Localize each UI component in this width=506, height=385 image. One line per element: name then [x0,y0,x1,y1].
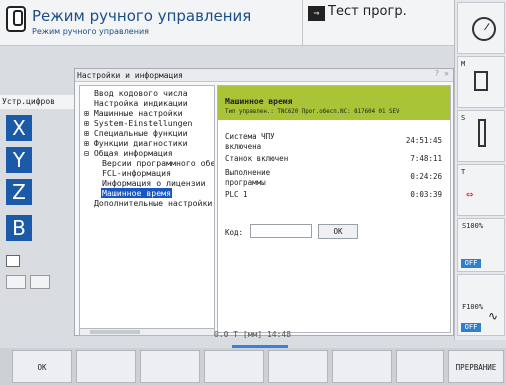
softkey-4[interactable] [204,350,264,383]
softkey-3[interactable] [140,350,200,383]
tree-item[interactable]: ⊞ Специальные функции [84,128,188,138]
row-label-plc1: PLC 1 [225,190,248,199]
softkey-5[interactable] [268,350,328,383]
header-bar: Режим ручного управления Режим ручного у… [0,0,454,46]
axis-panel-header: Устр.цифров [0,95,74,109]
tree-item[interactable]: FCL-информация [102,168,171,178]
tree-item[interactable]: ⊟ Общая информация [84,148,173,158]
tree-item-selected[interactable]: Машинное время [101,188,173,198]
test-run-icon: ⇒ [308,6,325,21]
spindle-icon [478,119,486,147]
handwheel-icon[interactable] [6,255,20,267]
right-softkey-column: M S T ⇔ S100% OFF F100% OFF ∿ [454,0,506,340]
t-label: T [461,168,466,176]
f-off-badge: OFF [461,323,481,332]
small-button-1[interactable] [6,275,26,289]
scroll-thumb[interactable] [90,330,140,334]
s-label: S [461,114,466,122]
row-label-machine-on: Станок включен [225,154,289,163]
clock-softkey[interactable] [457,2,505,54]
code-label: Код: [225,228,244,237]
row-label-control-on: Система ЧПУ включена [225,132,275,151]
row-value-program-run: 0:24:26 [410,172,442,181]
axis-b-key[interactable]: B [6,215,32,241]
clock-icon [472,17,496,41]
m-function-softkey[interactable]: M [457,56,505,108]
settings-tree: Ввод кодового числа Настройка индикации … [79,85,215,333]
axis-z-key[interactable]: Z [6,179,32,205]
tree-item[interactable]: Настройка индикации [94,98,188,108]
row-label-program-run: Выполнение программы [225,168,271,187]
dialog-title: Настройки и информация [75,69,453,82]
f-override-label: F100% [462,303,484,311]
softkey-bar: OK ПРЕРВАНИЕ [0,348,506,385]
settings-dialog: Настройки и информация ? ✕ Ввод кодового… [74,68,454,336]
axis-x-key[interactable]: X [6,115,32,141]
tree-item[interactable]: ⊞ System-Einstellungen [84,118,192,128]
waveform-icon: ∿ [488,309,499,323]
s-off-badge: OFF [461,259,481,268]
softkey-7[interactable] [396,350,444,383]
row-value-machine-on: 7:48:11 [410,154,442,163]
spindle-override[interactable]: S100% OFF [457,218,505,272]
panel-header: Машинное время Тип управлен.: TNC620 Про… [218,86,450,120]
axis-y-key[interactable]: Y [6,147,32,173]
m-label: M [461,60,466,68]
s-override-label: S100% [462,222,484,230]
status-readout: 0.0 T [мм] 14:48 [214,330,292,339]
tree-item[interactable]: Информация о лицензии [102,178,206,188]
manual-mode-icon [6,6,26,32]
mode-title: Режим ручного управления [32,7,252,25]
tree-item[interactable]: Ввод кодового числа [94,88,188,98]
softkey-2[interactable] [76,350,136,383]
softkey-cancel[interactable]: ПРЕРВАНИЕ [448,350,504,383]
row-value-control-on: 24:51:45 [405,136,442,145]
machine-time-panel: Машинное время Тип управлен.: TNC620 Про… [217,85,451,333]
tree-item[interactable]: ⊞ Машинные настройки [84,108,183,118]
softkey-ok[interactable]: OK [12,350,72,383]
control-type-line: Тип управлен.: TNC620 Прог.обесп.NC: 817… [225,109,400,115]
t-function-softkey[interactable]: T ⇔ [457,164,505,216]
machine-icon [474,71,488,91]
mode-subtitle: Режим ручного управления [32,27,149,36]
softkey-6[interactable] [332,350,392,383]
row-value-plc1: 0:03:39 [410,190,442,199]
tree-item[interactable]: Версии программного обес [102,158,214,168]
panel-title: Машинное время [225,97,293,106]
tree-item[interactable]: ⊞ Функции диагностики [84,138,188,148]
small-button-2[interactable] [30,275,50,289]
s-function-softkey[interactable]: S [457,110,505,162]
code-input[interactable] [250,224,312,238]
tree-item[interactable]: Дополнительные настройки [94,198,212,208]
test-run-label[interactable]: Тест прогр. [328,4,407,19]
header-divider [302,0,303,46]
feed-override[interactable]: F100% OFF ∿ [457,274,505,336]
axis-panel: Устр.цифров X Y Z B [0,95,74,340]
dialog-controls[interactable]: ? ✕ [435,69,449,78]
code-ok-button[interactable]: OK [318,224,358,239]
tree-horizontal-scrollbar[interactable] [79,328,215,336]
tool-change-icon: ⇔ [466,187,474,201]
